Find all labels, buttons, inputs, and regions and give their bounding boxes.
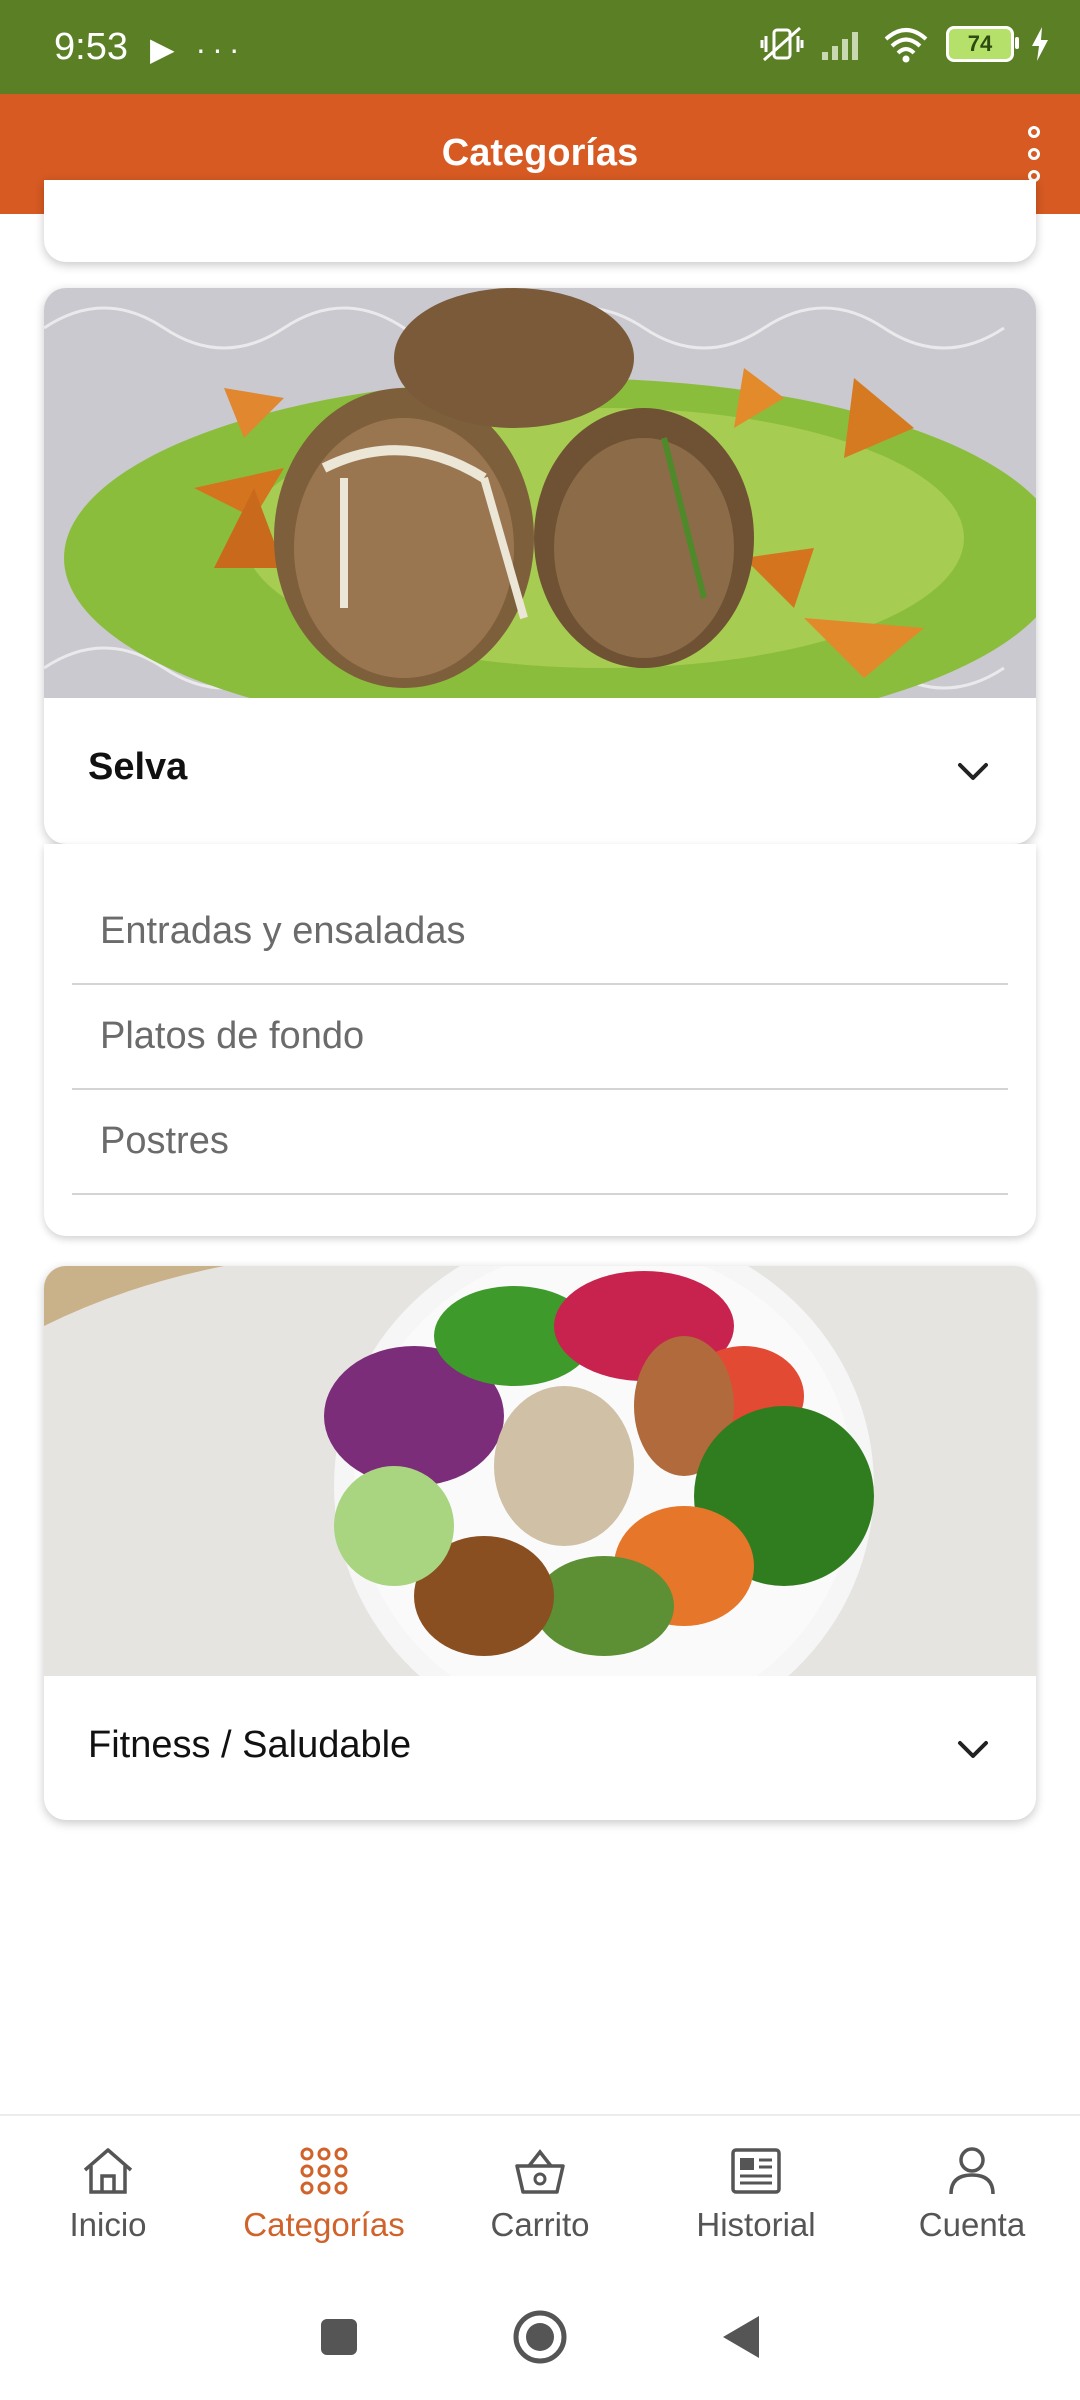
notification-icons: ▶ ··· <box>150 31 246 67</box>
bottom-navigation: Inicio Categorías Carrito Historial Cuen… <box>0 2114 1080 2276</box>
wifi-icon <box>884 28 928 63</box>
subcategory-list-selva: Entradas y ensaladas Platos de fondo Pos… <box>44 844 1036 1236</box>
page-title: Categorías <box>441 132 639 174</box>
chevron-down-icon[interactable] <box>956 1732 990 1766</box>
vibrate-off-icon <box>760 26 804 62</box>
home-icon <box>83 2148 133 2194</box>
category-title: Selva <box>88 746 188 788</box>
chevron-down-icon[interactable] <box>956 754 990 788</box>
person-icon <box>949 2147 995 2195</box>
newspaper-icon <box>731 2148 781 2194</box>
category-card-fitness[interactable]: Fitness / Saludable <box>44 1266 1036 1820</box>
subcategory-item[interactable]: Platos de fondo <box>72 985 1008 1090</box>
nav-item-categorias[interactable]: Categorías <box>216 2116 432 2276</box>
nav-label: Categorías <box>243 2206 405 2243</box>
back-icon[interactable] <box>719 2312 763 2362</box>
category-card-partial[interactable] <box>44 180 1036 262</box>
basket-icon <box>515 2149 565 2194</box>
grid-dots-icon <box>300 2147 348 2195</box>
battery-icon: 74 <box>946 26 1019 62</box>
nav-label: Cuenta <box>918 2206 1026 2243</box>
category-image-fitness <box>44 1266 1036 1676</box>
subcategory-item[interactable]: Postres <box>72 1090 1008 1195</box>
category-card-selva[interactable]: Selva <box>44 288 1036 844</box>
nav-label: Historial <box>696 2206 816 2243</box>
category-header-selva[interactable]: Selva <box>44 698 1036 840</box>
category-image-selva <box>44 288 1036 698</box>
nav-item-cuenta[interactable]: Cuenta <box>864 2116 1080 2276</box>
recents-icon[interactable] <box>317 2315 361 2359</box>
category-header-fitness[interactable]: Fitness / Saludable <box>44 1676 1036 1818</box>
status-time: 9:53 <box>54 26 128 68</box>
signal-icon <box>822 32 858 60</box>
charging-icon <box>1032 27 1048 61</box>
category-title: Fitness / Saludable <box>88 1724 412 1766</box>
status-bar: 9:53 ▶ ··· 74 <box>0 0 1080 94</box>
system-navigation-bar <box>0 2274 1080 2400</box>
nav-item-historial[interactable]: Historial <box>648 2116 864 2276</box>
subcategory-item[interactable]: Entradas y ensaladas <box>72 880 1008 985</box>
nav-item-carrito[interactable]: Carrito <box>432 2116 648 2276</box>
status-right-icons: 74 <box>760 24 1050 64</box>
nav-label: Inicio <box>69 2206 147 2243</box>
nav-item-inicio[interactable]: Inicio <box>0 2116 216 2276</box>
nav-label: Carrito <box>490 2206 590 2243</box>
more-vert-icon[interactable] <box>1006 122 1062 186</box>
home-button-icon[interactable] <box>511 2308 569 2366</box>
